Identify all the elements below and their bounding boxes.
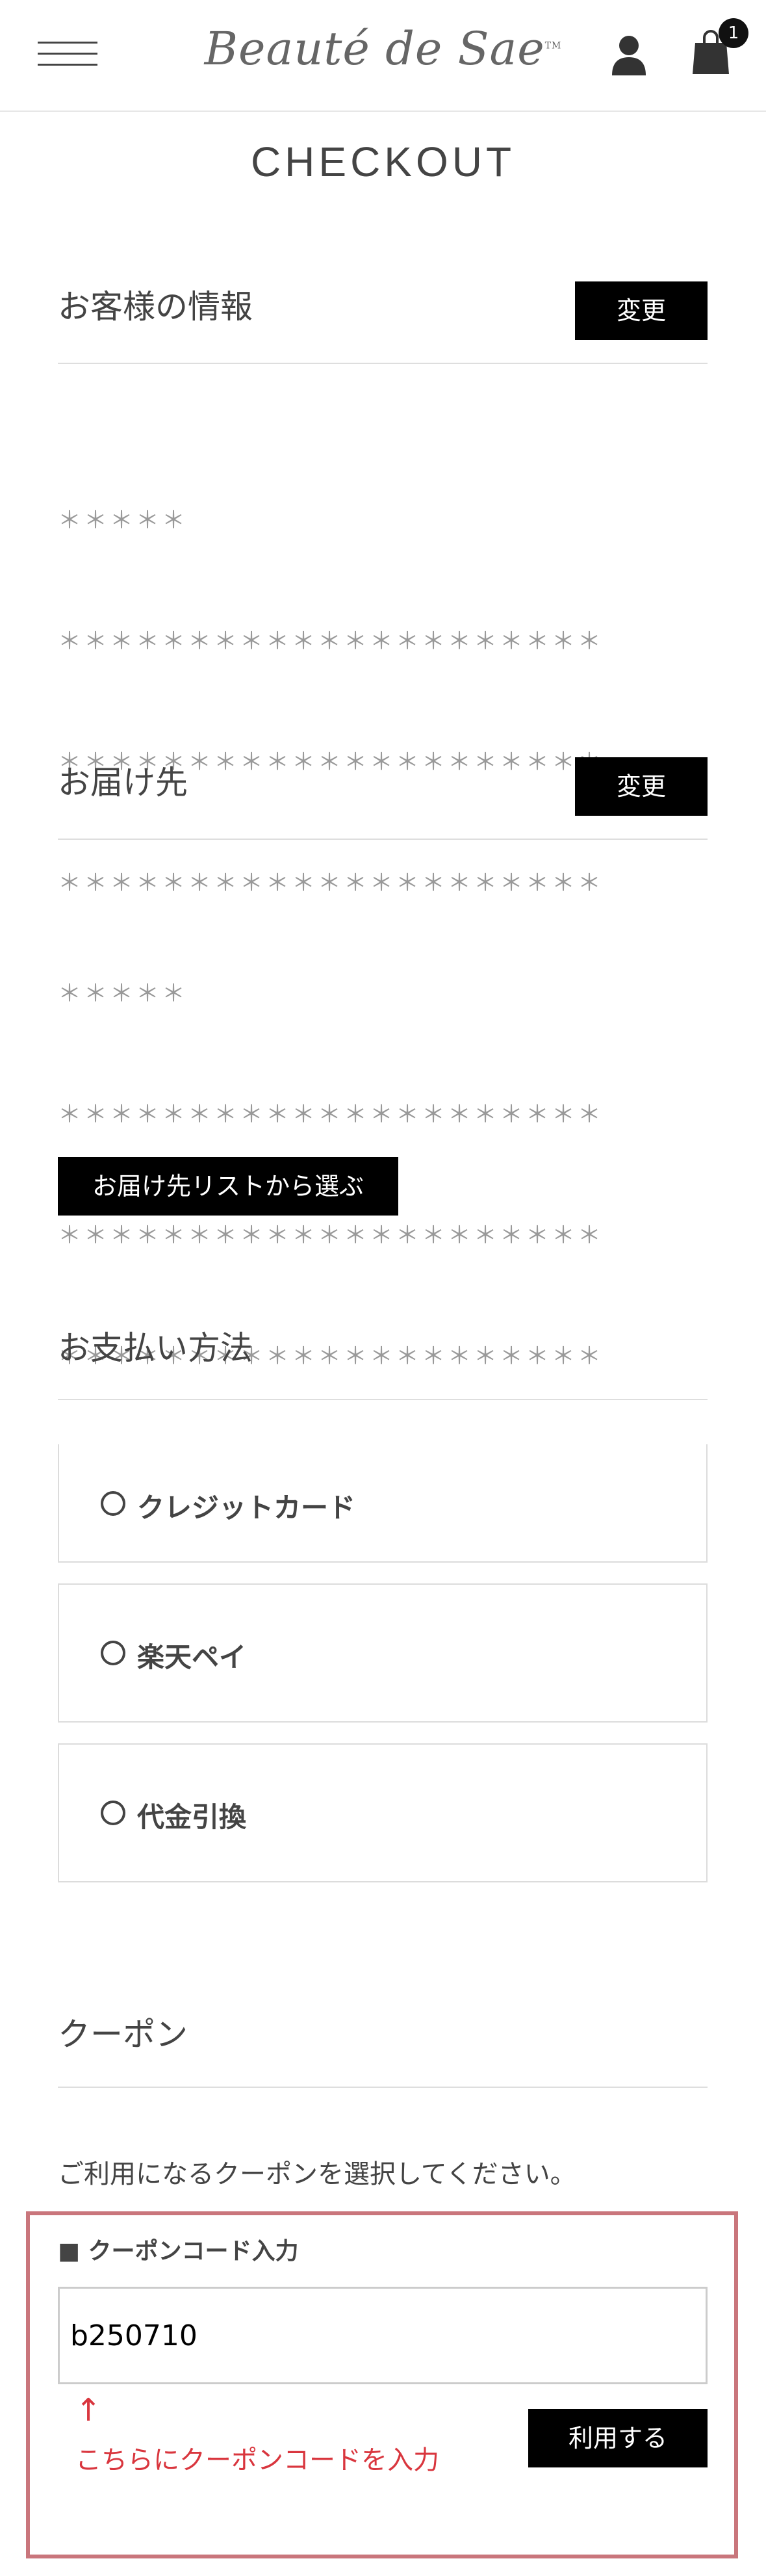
divider (58, 1399, 708, 1400)
user-icon[interactable] (611, 34, 647, 75)
payment-option-label: 代金引換 (137, 1801, 247, 1833)
masked-line: ＊＊＊＊＊ (58, 507, 188, 534)
payment-title: お支払い方法 (58, 1329, 253, 1367)
shipping-title: お届け先 (58, 764, 188, 801)
coupon-annotation-text: こちらにクーポンコードを入力 (75, 2445, 439, 2475)
radio-button[interactable] (101, 1491, 125, 1516)
masked-line: ＊＊＊＊＊＊＊＊＊＊＊＊＊＊＊＊＊＊＊＊＊ (58, 1222, 604, 1249)
coupon-code-input[interactable] (58, 2287, 708, 2384)
masked-line: ＊＊＊＊＊＊＊＊＊＊＊＊＊＊＊＊＊＊＊＊＊ (58, 1101, 604, 1128)
apply-coupon-button[interactable]: 利用する (528, 2409, 708, 2467)
masked-line: ＊＊＊＊＊ (58, 980, 188, 1007)
site-logo[interactable]: Beauté de SaeTM (0, 22, 766, 75)
payment-option-credit-card[interactable]: クレジットカード (58, 1444, 708, 1563)
radio-button[interactable] (101, 1641, 125, 1665)
coupon-title: クーポン (58, 2016, 188, 2053)
divider (58, 363, 708, 364)
customer-info-change-button[interactable]: 変更 (575, 281, 708, 340)
cart-count-badge: 1 (719, 18, 748, 48)
payment-option-rakuten-pay[interactable]: 楽天ペイ (58, 1583, 708, 1723)
divider (58, 839, 708, 840)
page-title: CHECKOUT (250, 138, 516, 185)
payment-option-label: 楽天ペイ (137, 1641, 247, 1673)
customer-info-title: お客様の情報 (58, 288, 253, 326)
annotation-arrow-icon: ↑ (75, 2392, 102, 2428)
payment-option-cash-on-delivery[interactable]: 代金引換 (58, 1743, 708, 1882)
coupon-code-label: ■ クーポンコード入力 (58, 2238, 299, 2265)
coupon-instruction: ご利用になるクーポンを選択してください。 (58, 2159, 576, 2189)
payment-option-label: クレジットカード (137, 1492, 356, 1524)
customer-info-masked-text: ＊＊＊＊＊ ＊＊＊＊＊＊＊＊＊＊＊＊＊＊＊＊＊＊＊＊＊ ＊＊＊＊＊＊＊＊＊＊＊＊… (58, 420, 604, 944)
radio-button[interactable] (101, 1801, 125, 1825)
select-from-address-list-button[interactable]: お届け先リストから選ぶ (58, 1157, 398, 1216)
divider (58, 2087, 708, 2088)
masked-line: ＊＊＊＊＊＊＊＊＊＊＊＊＊＊＊＊＊＊＊＊＊ (58, 628, 604, 655)
shipping-change-button[interactable]: 変更 (575, 757, 708, 816)
